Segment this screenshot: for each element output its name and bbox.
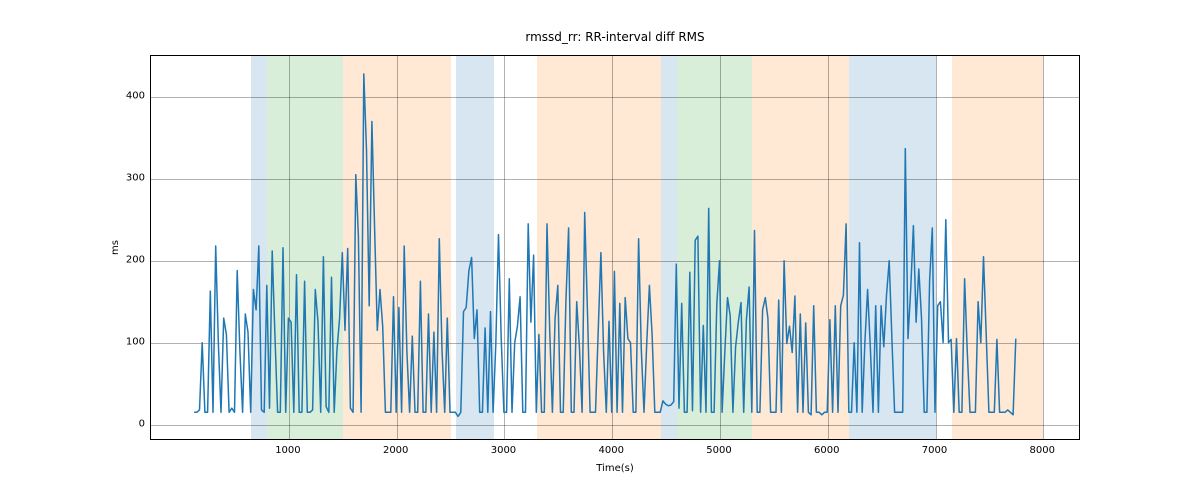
- x-tick-label: 4000: [591, 445, 631, 456]
- x-tick-label: 6000: [807, 445, 847, 456]
- y-tick-label: 0: [105, 418, 145, 429]
- y-tick-label: 200: [105, 254, 145, 265]
- x-tick-label: 1000: [268, 445, 308, 456]
- chart-title: rmssd_rr: RR-interval diff RMS: [150, 30, 1080, 44]
- plot-area: [150, 55, 1080, 440]
- x-tick-label: 5000: [699, 445, 739, 456]
- x-axis-label: Time(s): [150, 463, 1080, 474]
- x-tick-label: 8000: [1022, 445, 1062, 456]
- y-tick-label: 100: [105, 336, 145, 347]
- y-tick-label: 400: [105, 90, 145, 101]
- x-tick-label: 7000: [915, 445, 955, 456]
- data-line: [151, 56, 1080, 440]
- figure: rmssd_rr: RR-interval diff RMS ms Time(s…: [0, 0, 1200, 500]
- x-tick-label: 3000: [483, 445, 523, 456]
- x-tick-label: 2000: [376, 445, 416, 456]
- y-axis-label: ms: [105, 55, 125, 440]
- y-tick-label: 300: [105, 172, 145, 183]
